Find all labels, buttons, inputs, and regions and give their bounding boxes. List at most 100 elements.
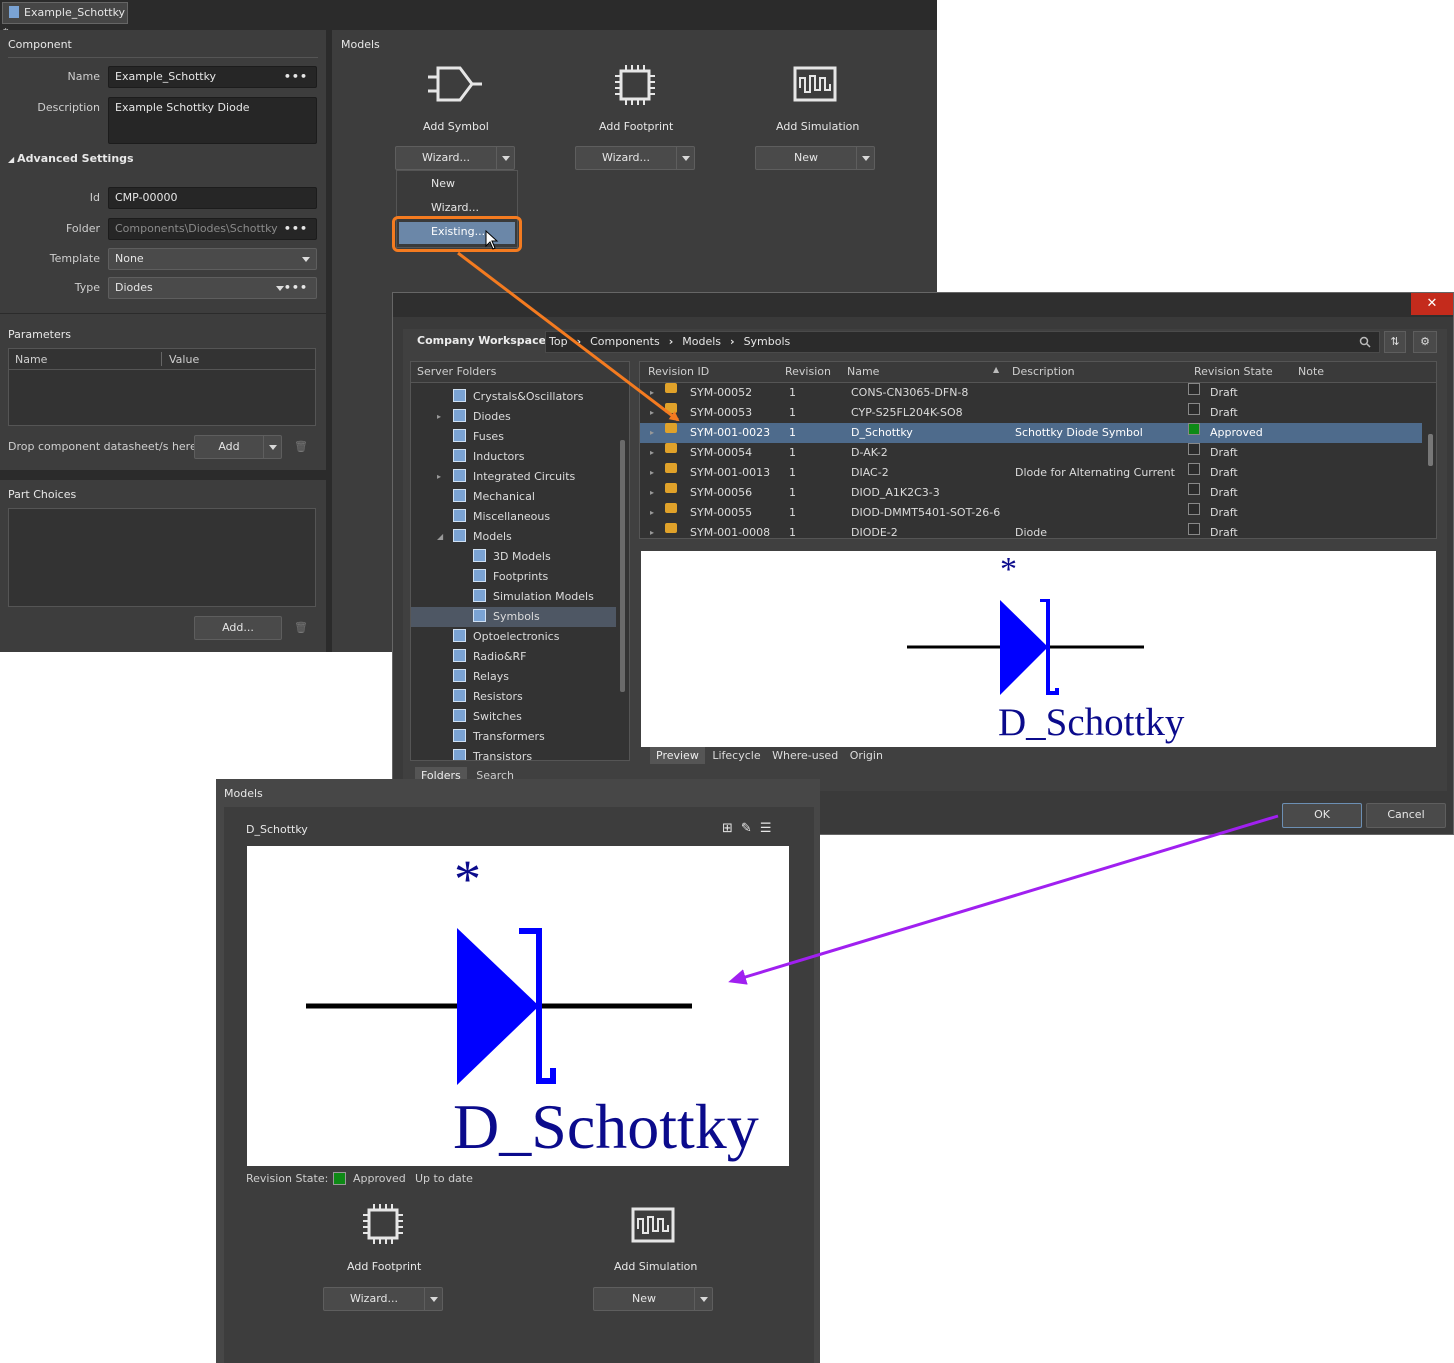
add-simulation-button[interactable]: New <box>593 1287 713 1311</box>
table-row[interactable]: ▸ SYM-001-0013 1 DIAC-2 Dlode for Alternatin… <box>640 463 1422 483</box>
tree-item[interactable]: ◢ Models <box>411 527 616 547</box>
chevron-down-icon[interactable] <box>424 1288 442 1310</box>
advanced-settings-toggle[interactable]: ◢ Advanced Settings <box>8 152 134 165</box>
expand-icon[interactable]: ▸ <box>650 523 654 538</box>
trash-icon[interactable]: 🗑 <box>290 617 312 639</box>
template-select[interactable]: None <box>108 248 317 270</box>
chevron-down-icon[interactable] <box>676 147 694 169</box>
simulation-icon[interactable] <box>793 66 837 102</box>
chevron-down-icon[interactable] <box>263 436 281 458</box>
tab-preview[interactable]: Preview <box>650 747 705 764</box>
table-row[interactable]: ▸ SYM-001-0023 1 D_Schottky Schottky Diode S… <box>640 423 1422 443</box>
name-field[interactable]: Example_Schottky ••• <box>108 66 317 88</box>
tree-item[interactable]: Transformers <box>411 727 616 747</box>
breadcrumb-item[interactable]: Models <box>682 335 721 348</box>
table-row[interactable]: ▸ SYM-00054 1 D-AK-2 Draft <box>640 443 1422 463</box>
tree-item[interactable]: Radio&RF <box>411 647 616 667</box>
tree-item[interactable]: 3D Models <box>411 547 616 567</box>
chevron-down-icon[interactable] <box>856 147 874 169</box>
tree-item[interactable]: Transistors <box>411 747 616 760</box>
col-description[interactable]: Description <box>1012 365 1075 378</box>
tree-item[interactable]: Switches <box>411 707 616 727</box>
table-row[interactable]: ▸ SYM-00056 1 DIOD_A1K2C3-3 Draft <box>640 483 1422 503</box>
col-revision-state[interactable]: Revision State <box>1194 365 1273 378</box>
settings-button[interactable]: ⚙ <box>1413 331 1437 353</box>
tree-item[interactable]: Inductors <box>411 447 616 467</box>
tree-item[interactable]: Symbols <box>411 607 616 627</box>
breadcrumb-item[interactable]: Components <box>590 335 660 348</box>
expand-icon[interactable]: ▸ <box>650 463 654 483</box>
add-simulation-button[interactable]: New <box>755 146 875 170</box>
table-row[interactable]: ▸ SYM-001-0008 1 DIODE-2 Diode Draft <box>640 523 1422 538</box>
tab-origin[interactable]: Origin <box>846 747 887 764</box>
folder-field[interactable]: Components\Diodes\Schottky ••• <box>108 218 317 240</box>
tree-scrollbar[interactable] <box>620 440 625 692</box>
more-icon[interactable]: ••• <box>284 278 308 298</box>
simulation-icon[interactable] <box>631 1207 675 1243</box>
part-choices-list[interactable] <box>8 508 316 607</box>
menu-item-existing[interactable]: Existing... <box>392 216 522 252</box>
tree-item[interactable]: ▸ Integrated Circuits <box>411 467 616 487</box>
tree-item[interactable]: Fuses <box>411 427 616 447</box>
id-field[interactable]: CMP-00000 <box>108 187 317 209</box>
chevron-down-icon[interactable] <box>496 147 514 169</box>
tree-item[interactable]: Resistors <box>411 687 616 707</box>
table-row[interactable]: ▸ SYM-00053 1 CYP-S25FL204K-SO8 Draft <box>640 403 1422 423</box>
tree-item[interactable]: Simulation Models <box>411 587 616 607</box>
table-scrollbar[interactable] <box>1428 434 1433 466</box>
expand-icon[interactable]: ▸ <box>650 483 654 503</box>
part-choices-add-button[interactable]: Add... <box>194 616 282 640</box>
col-name[interactable]: Name <box>847 365 879 378</box>
footprint-icon[interactable] <box>614 64 656 106</box>
table-row[interactable]: ▸ SYM-00055 1 DIOD-DMMT5401-SOT-26-6 Draft <box>640 503 1422 523</box>
expand-icon[interactable]: ◢ <box>437 527 443 547</box>
expand-icon[interactable]: ▸ <box>650 403 654 423</box>
table-row[interactable]: ▸ SYM-00052 1 CONS-CN3065-DFN-8 Draft <box>640 383 1422 403</box>
tab-lifecycle[interactable]: Lifecycle <box>708 747 764 764</box>
tree-item[interactable]: ▸ Diodes <box>411 407 616 427</box>
edit-icon[interactable]: ✎ <box>741 821 752 836</box>
search-icon[interactable] <box>1359 336 1371 348</box>
parameters-table[interactable]: Name Value <box>8 348 316 426</box>
cancel-button[interactable]: Cancel <box>1366 803 1446 828</box>
symbol-icon[interactable] <box>426 64 484 104</box>
add-symbol-button[interactable]: Wizard... <box>395 146 515 170</box>
tree-item[interactable]: Optoelectronics <box>411 627 616 647</box>
description-field[interactable]: Example Schottky Diode <box>108 97 317 144</box>
expand-icon[interactable]: ▸ <box>650 383 654 403</box>
more-icon[interactable]: ••• <box>284 219 308 239</box>
tree-item[interactable]: Relays <box>411 667 616 687</box>
breadcrumb-item[interactable]: Top <box>549 335 568 348</box>
tree-item[interactable]: Mechanical <box>411 487 616 507</box>
menu-item-new[interactable]: New <box>431 177 455 190</box>
col-revision[interactable]: Revision <box>785 365 831 378</box>
expand-icon[interactable]: ▸ <box>650 503 654 523</box>
tree-item[interactable]: Footprints <box>411 567 616 587</box>
refresh-button[interactable]: ⇅ <box>1384 331 1406 353</box>
col-revision-id[interactable]: Revision ID <box>648 365 709 378</box>
fit-view-icon[interactable]: ⊞ <box>722 821 733 836</box>
menu-icon[interactable]: ☰ <box>760 821 772 836</box>
footprint-icon[interactable] <box>362 1203 404 1245</box>
expand-icon[interactable]: ▸ <box>437 407 441 427</box>
more-icon[interactable]: ••• <box>284 67 308 87</box>
col-note[interactable]: Note <box>1298 365 1324 378</box>
type-select[interactable]: Diodes ••• <box>108 277 317 299</box>
tab-where-used[interactable]: Where-used <box>768 747 842 764</box>
close-button[interactable]: ✕ <box>1411 293 1453 315</box>
document-tab[interactable]: Example_Schottky * <box>2 2 128 39</box>
add-footprint-button[interactable]: Wizard... <box>323 1287 443 1311</box>
breadcrumb-item[interactable]: Symbols <box>744 335 791 348</box>
chevron-down-icon[interactable] <box>694 1288 712 1310</box>
tree-item[interactable]: Miscellaneous <box>411 507 616 527</box>
datasheet-add-button[interactable]: Add <box>194 435 282 459</box>
add-footprint-button[interactable]: Wizard... <box>575 146 695 170</box>
trash-icon[interactable]: 🗑 <box>290 436 312 458</box>
ok-button[interactable]: OK <box>1282 803 1362 828</box>
workspace-selector[interactable]: Company Workspace ▾ <box>417 334 554 347</box>
tree-item[interactable]: Crystals&Oscillators <box>411 387 616 407</box>
expand-icon[interactable]: ▸ <box>650 443 654 463</box>
menu-item-wizard[interactable]: Wizard... <box>431 201 479 214</box>
expand-icon[interactable]: ▸ <box>650 423 654 443</box>
expand-icon[interactable]: ▸ <box>437 467 441 487</box>
